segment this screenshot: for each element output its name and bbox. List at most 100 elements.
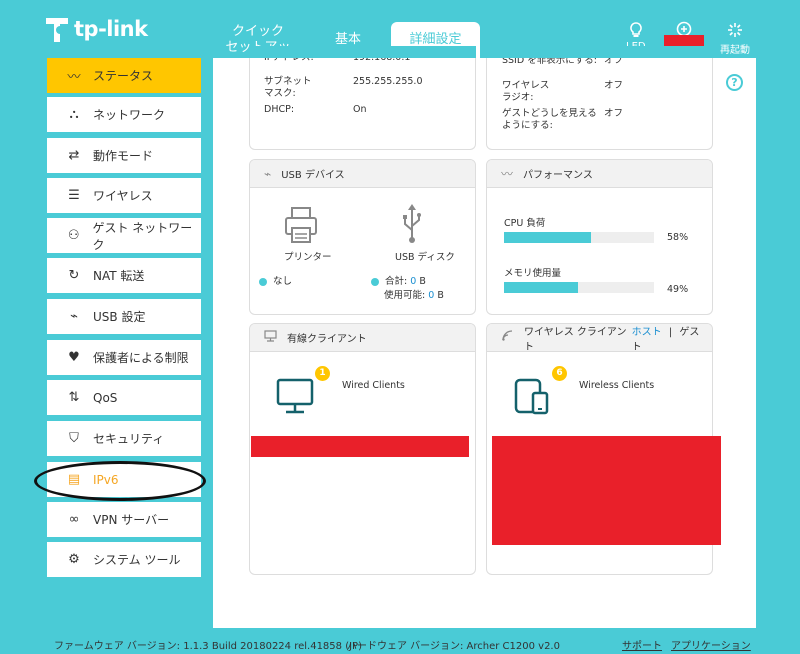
network-icon: ⛬ (69, 107, 79, 122)
sidebar-item-label: ワイヤレス (93, 189, 153, 203)
wireless-clients-header: ワイヤレス クライアント ホスト | ゲスト (487, 324, 712, 353)
footer: ファームウェア バージョン: 1.1.3 Build 20180224 rel.… (0, 628, 800, 654)
performance-card-title: パフォーマンス (523, 170, 593, 181)
usb-total-value: 0 (410, 276, 417, 287)
wifi-header-icon (501, 330, 514, 345)
hardware-version: ハードウェア バージョン: Archer C1200 v2.0 (347, 641, 560, 652)
cpu-bar (504, 232, 654, 243)
usb-total-dot (371, 277, 379, 286)
sidebar-item-2[interactable]: ⛬ ネットワーク (47, 97, 201, 132)
brand-name: tp-link (74, 17, 148, 41)
dhcp-label: DHCP: (264, 104, 295, 115)
sidebar-item-5[interactable]: ⚇ ゲスト ネットワーク (47, 218, 201, 253)
guest-visible-label: ゲストどうしを見える ようにする: (502, 108, 597, 131)
gear-icon: ⚙ (68, 552, 80, 567)
cpu-label: CPU 負荷 (504, 218, 546, 229)
sidebar-item-label: USB 設定 (93, 310, 146, 324)
sidebar-item-label: QoS (93, 390, 118, 405)
usb-card-header: ⌁ USB デバイス (250, 160, 475, 188)
sidebar-item-3[interactable]: ⇄ 動作モード (47, 138, 201, 173)
sidebar-item-label: NAT 転送 (93, 269, 145, 283)
radio-value: オフ (604, 80, 624, 91)
heart-icon: ♥ (68, 350, 80, 365)
wired-clients-label[interactable]: Wired Clients (342, 380, 405, 392)
wireless-clients-label[interactable]: Wireless Clients (579, 380, 654, 392)
usb-card: ⌁ USB デバイス プリンター なし USB ディスク 合計: 0 B 使用可… (249, 159, 476, 315)
usb-icon: ⌁ (70, 309, 78, 324)
wireless-count-badge: 6 (552, 366, 567, 381)
reboot-button[interactable]: 再起動 (720, 22, 750, 56)
support-link[interactable]: サポート (622, 637, 662, 652)
tab-advanced-label: 詳細設定 (409, 32, 462, 47)
cpu-percent: 58% (667, 232, 689, 243)
usb-avail-row: 使用可能: 0 B (384, 290, 444, 302)
reboot-label: 再起動 (720, 45, 750, 56)
dhcp-value: On (353, 104, 367, 115)
sidebar-item-8[interactable]: ♥ 保護者による制限 (47, 340, 201, 375)
sidebar-item-4[interactable]: ☰ ワイヤレス (47, 178, 201, 213)
redacted-wireless (492, 436, 721, 545)
wireless-clients-title: ワイヤレス クライアント (524, 326, 627, 353)
usb-avail-unit: B (437, 290, 444, 301)
sidebar-item-7[interactable]: ⌁ USB 設定 (47, 299, 201, 334)
printer-status-dot (259, 277, 267, 286)
firmware-version: ファームウェア バージョン: 1.1.3 Build 20180224 rel.… (54, 641, 362, 652)
sidebar-item-label: ステータス (93, 69, 154, 83)
wired-card-title: 有線クライアント (287, 334, 367, 345)
cpu-bar-fill (504, 232, 591, 243)
help-icon[interactable]: ? (726, 74, 743, 91)
printer-label: プリンター (284, 252, 332, 263)
sidebar-item-9[interactable]: ⇅ QoS (47, 380, 201, 415)
host-link[interactable]: ホスト (632, 327, 662, 338)
memory-bar (504, 282, 654, 293)
bulb-icon (626, 22, 646, 41)
internet-card: IPアドレス: 192.168.0.1 サブネット マスク: 255.255.2… (249, 46, 476, 150)
usb-disk-icon (401, 204, 423, 248)
sidebar-item-13[interactable]: ⚙ システム ツール (47, 542, 201, 577)
annotation-ellipse (34, 461, 206, 501)
guest-visible-value: オフ (604, 108, 624, 119)
usb-header-icon: ⌁ (264, 166, 272, 181)
pulse-icon: 〰 (501, 167, 514, 181)
radio-label: ワイヤレス ラジオ: (502, 80, 550, 103)
mode-icon: ⇄ (68, 148, 80, 163)
usb-avail-value: 0 (428, 290, 435, 301)
tp-link-logo: tp-link (44, 14, 148, 44)
sidebar-item-label: ネットワーク (93, 108, 166, 122)
usb-disk-label: USB ディスク (395, 252, 455, 263)
internet-card-clip (249, 46, 476, 58)
monitor-header-icon (264, 330, 277, 345)
sidebar-item-label: 保護者による制限 (93, 351, 189, 365)
memory-percent: 49% (667, 284, 689, 295)
sidebar-item-label: セキュリティ (93, 432, 165, 446)
printer-status: なし (259, 276, 292, 288)
performance-card-header: 〰 パフォーマンス (487, 160, 712, 188)
sidebar-item-label: システム ツール (93, 553, 181, 567)
mask-value: 255.255.255.0 (353, 76, 423, 87)
sidebar-item-1[interactable]: 〰ステータス (47, 58, 201, 93)
wireless-devices-icon (513, 376, 553, 420)
tp-link-logo-icon (46, 18, 68, 42)
sidebar-item-label: ゲスト ネットワーク (92, 220, 193, 252)
sidebar-item-12[interactable]: ∞ VPN サーバー (47, 502, 201, 537)
redacted-wired (251, 436, 469, 457)
usb-avail-label: 使用可能: (384, 290, 426, 301)
pulse-icon: 〰 (67, 70, 81, 85)
application-link[interactable]: アプリケーション (671, 637, 751, 652)
wired-count-badge: 1 (315, 366, 330, 381)
sidebar-item-label: 動作モード (93, 149, 154, 163)
sidebar-item-10[interactable]: ⛉ セキュリティ (47, 421, 201, 456)
usb-total-row: 合計: 0 B (371, 276, 426, 288)
nat-icon: ↻ (68, 268, 80, 283)
mask-label: サブネット マスク: (264, 76, 312, 99)
wireless-card: SSID を非表示にする: オフ ワイヤレス ラジオ: オフ ゲストどうしを見え… (486, 46, 713, 150)
wifi-icon: ☰ (68, 188, 80, 203)
wireless-card-clip (486, 46, 713, 58)
performance-card: 〰 パフォーマンス CPU 負荷 58% メモリ使用量 49% (486, 159, 713, 315)
reboot-icon (720, 22, 750, 41)
printer-status-text: なし (273, 276, 293, 287)
sidebar-item-6[interactable]: ↻ NAT 転送 (47, 258, 201, 293)
memory-label: メモリ使用量 (504, 268, 562, 279)
link-separator: | (668, 326, 673, 338)
vpn-icon: ∞ (68, 512, 80, 527)
